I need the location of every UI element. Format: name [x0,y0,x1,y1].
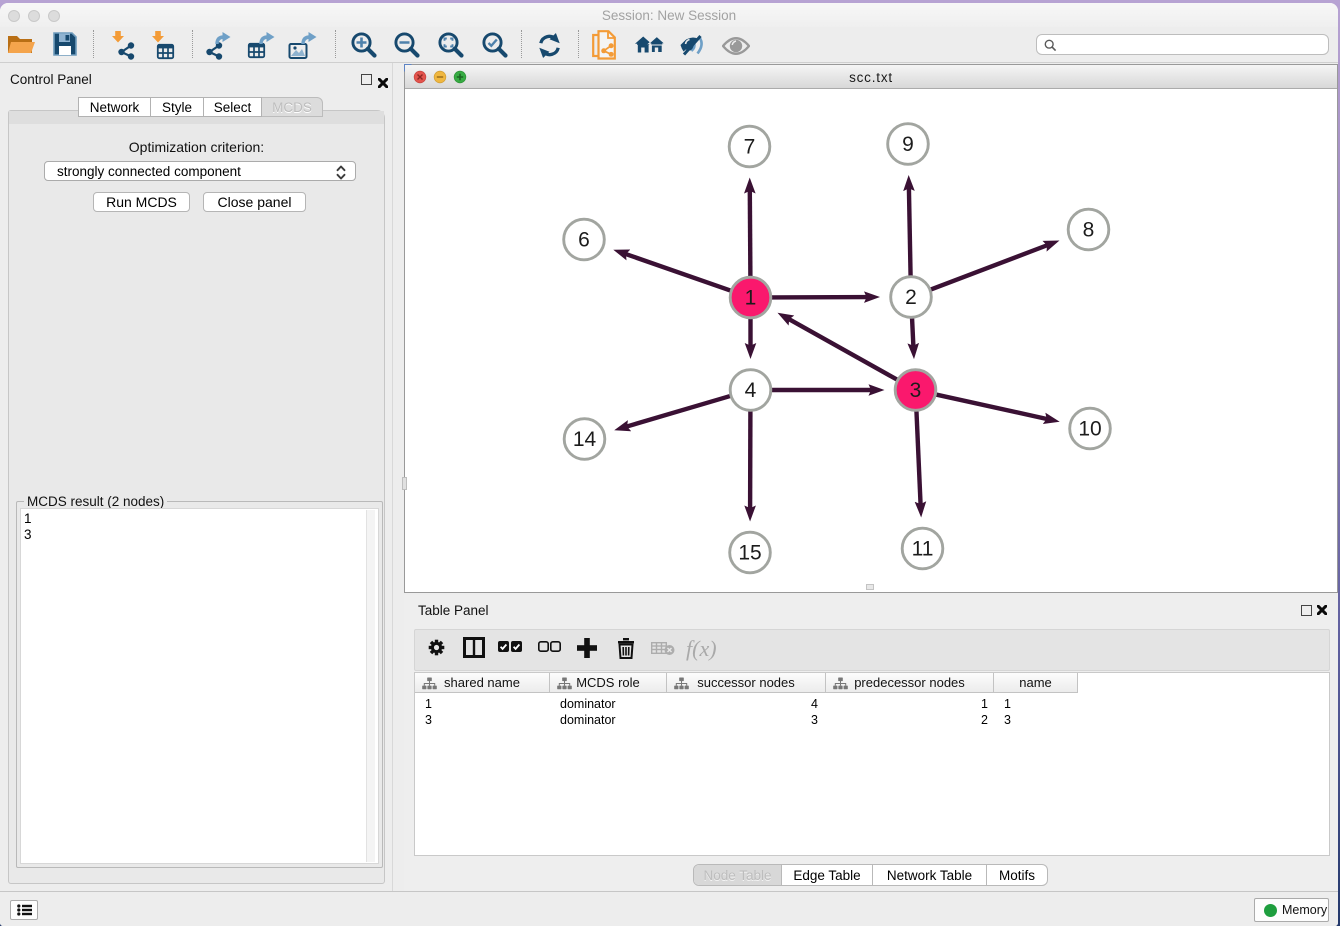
svg-text:6: 6 [578,229,590,252]
svg-text:3: 3 [910,379,922,402]
svg-text:9: 9 [902,133,914,156]
svg-text:1: 1 [745,287,757,310]
svg-text:2: 2 [905,286,917,309]
svg-text:7: 7 [744,136,756,159]
svg-text:11: 11 [912,538,934,561]
svg-text:10: 10 [1078,418,1101,441]
svg-text:8: 8 [1083,219,1095,242]
svg-text:14: 14 [573,428,597,451]
svg-text:4: 4 [745,379,757,402]
svg-text:15: 15 [738,542,761,565]
